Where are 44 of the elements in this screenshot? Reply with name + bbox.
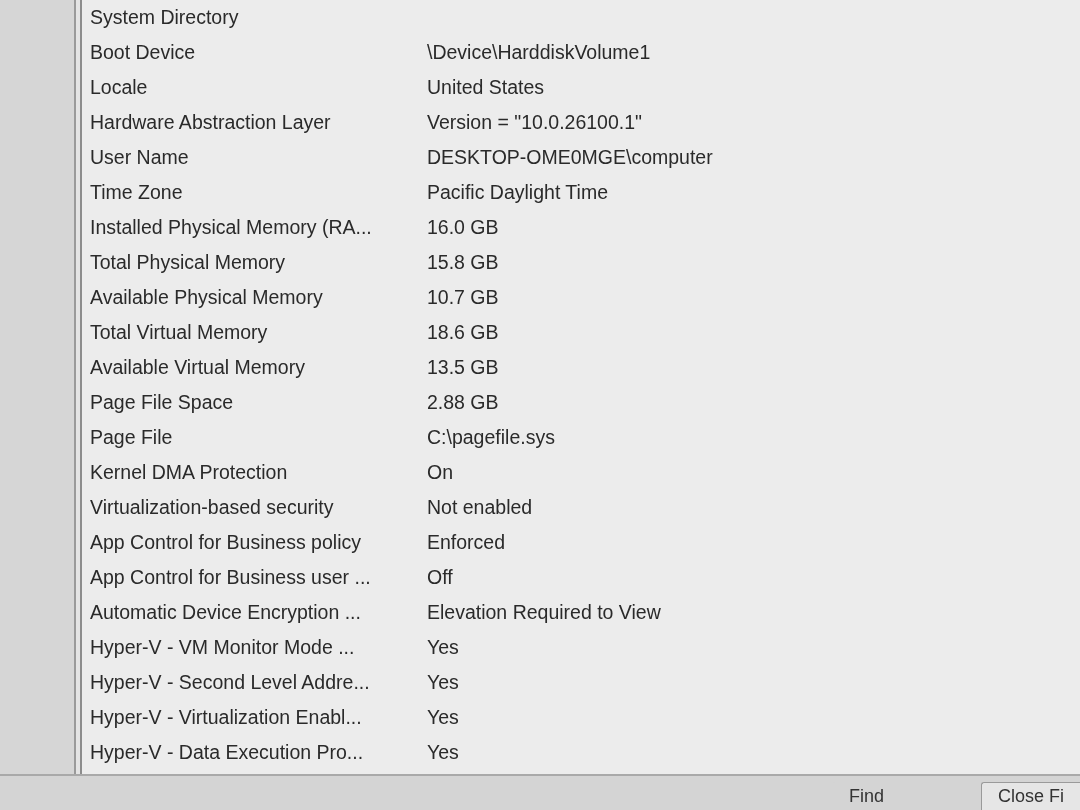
item-text: Total Virtual Memory <box>90 321 269 344</box>
value-text: Enforced <box>427 531 506 554</box>
value-text: C:\pagefile.sys <box>427 426 555 449</box>
item-text: Automatic Device Encryption ... <box>90 601 362 624</box>
value-text: Not enabled <box>427 496 533 519</box>
value-text: 15.8 GB <box>427 251 499 274</box>
item-text: Kernel DMA Protection <box>90 461 289 484</box>
value-text: 2.88 GB <box>427 391 499 414</box>
value-text: United States <box>427 76 545 99</box>
item-text: App Control for Business policy <box>90 531 362 554</box>
item-text: Total Physical Memory <box>90 251 287 274</box>
value-text: 18.6 GB <box>427 321 499 344</box>
item-text: Boot Device <box>90 41 197 64</box>
value-text: Version = "10.0.26100.1" <box>427 111 642 134</box>
value-text: Pacific Daylight Time <box>427 181 608 204</box>
value-text: Yes <box>427 671 459 694</box>
value-text: \Device\HarddiskVolume1 <box>427 41 651 64</box>
close-find-button[interactable]: Close Fi <box>981 782 1080 810</box>
item-text: Virtualization-based security <box>90 496 335 519</box>
value-text: 10.7 GB <box>427 286 499 309</box>
value-text: Elevation Required to View <box>427 601 661 624</box>
item-text: Hyper-V - VM Monitor Mode ... <box>90 636 356 659</box>
value-text: Yes <box>427 741 459 764</box>
value-text: Off <box>427 566 453 589</box>
item-text: Hyper-V - Virtualization Enabl... <box>90 706 363 729</box>
item-text: Installed Physical Memory (RA... <box>90 216 373 239</box>
value-text: Yes <box>427 636 459 659</box>
value-text: On <box>427 461 453 484</box>
value-text: DESKTOP-OME0MGE\computer <box>427 146 713 169</box>
value-text: Yes <box>427 706 459 729</box>
item-text: System Directory <box>90 6 240 29</box>
item-text: Available Physical Memory <box>90 286 324 309</box>
item-text: Page File Space <box>90 391 235 414</box>
item-text: Available Virtual Memory <box>90 356 306 379</box>
item-text: App Control for Business user ... <box>90 566 372 589</box>
item-text: Time Zone <box>90 181 184 204</box>
item-text: Locale <box>90 76 149 99</box>
value-text: 16.0 GB <box>427 216 499 239</box>
item-text: Hyper-V - Second Level Addre... <box>90 671 371 694</box>
item-text: Hyper-V - Data Execution Pro... <box>90 741 365 764</box>
value-text: 13.5 GB <box>427 356 499 379</box>
item-text: Page File <box>90 426 174 449</box>
item-text: Hardware Abstraction Layer <box>90 111 332 134</box>
item-text: User Name <box>90 146 190 169</box>
